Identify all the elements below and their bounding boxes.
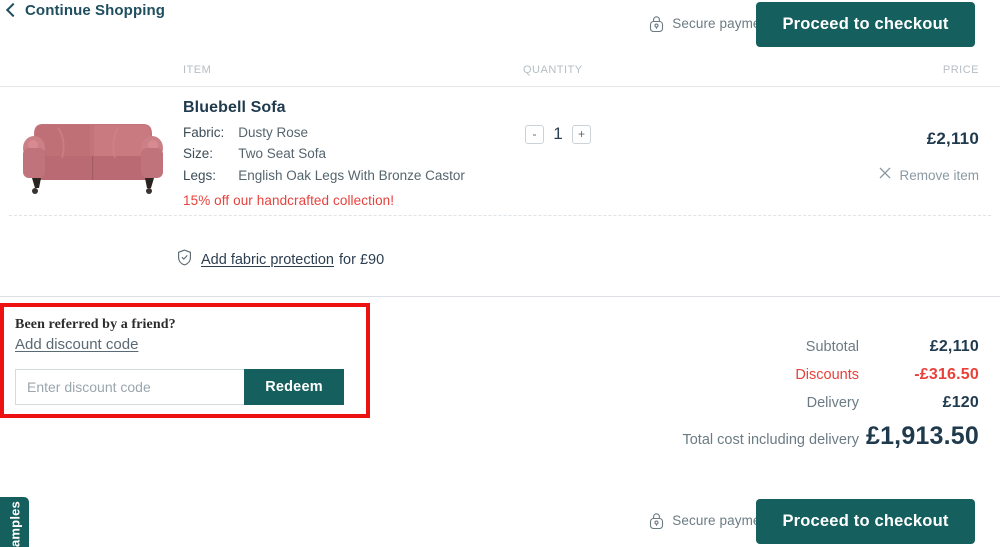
- line-item-divider: [9, 215, 991, 216]
- secure-payment-badge-top: Secure payment: [649, 15, 772, 32]
- total-label-subtotal: Subtotal: [805, 339, 859, 355]
- quantity-stepper: - 1 +: [525, 124, 591, 144]
- total-row-discounts: Discounts -£316.50: [579, 366, 979, 384]
- product-spec-table: Fabric: Dusty Rose Size: Two Seat Sofa L…: [183, 125, 465, 189]
- discount-code-form: Redeem: [15, 369, 344, 405]
- proceed-to-checkout-button-top[interactable]: Proceed to checkout: [756, 2, 975, 47]
- lock-icon: [649, 512, 664, 529]
- spec-key-size: Size:: [183, 146, 214, 162]
- top-action-bar: Continue Shopping Secure payment Proceed…: [0, 0, 1000, 49]
- column-header-quantity: QUANTITY: [523, 64, 583, 76]
- continue-shopping-label: Continue Shopping: [25, 2, 166, 19]
- promo-message: 15% off our handcrafted collection!: [183, 193, 395, 209]
- free-samples-tab-label: Free samples: [7, 501, 22, 547]
- discount-intro: Been referred by a friend? Add discount …: [15, 317, 176, 354]
- order-totals: Subtotal £2,110 Discounts -£316.50 Deliv…: [579, 338, 979, 461]
- quantity-increment-button[interactable]: +: [572, 124, 591, 144]
- spec-value-fabric: Dusty Rose: [238, 125, 309, 140]
- column-header-item: ITEM: [183, 64, 212, 76]
- add-discount-code-link[interactable]: Add discount code: [15, 336, 138, 353]
- fabric-protection-price: for £90: [339, 252, 385, 268]
- discount-code-input[interactable]: [15, 369, 244, 405]
- lock-icon: [649, 15, 664, 32]
- spec-row-fabric: Fabric: Dusty Rose: [183, 125, 465, 146]
- total-row-delivery: Delivery £120: [579, 394, 979, 412]
- total-row-grand-total: Total cost including delivery £1,913.50: [579, 422, 979, 451]
- free-samples-tab[interactable]: Free samples: [0, 497, 29, 547]
- discount-code-annotation-highlight: Been referred by a friend? Add discount …: [0, 303, 370, 418]
- totals-section-divider: [0, 296, 1000, 297]
- total-row-subtotal: Subtotal £2,110: [579, 338, 979, 356]
- proceed-to-checkout-button-bottom[interactable]: Proceed to checkout: [756, 499, 975, 544]
- remove-item-button[interactable]: Remove item: [879, 166, 979, 184]
- product-thumbnail[interactable]: [18, 100, 168, 198]
- spec-value-size: Two Seat Sofa: [238, 146, 327, 162]
- close-x-icon: [879, 166, 891, 184]
- spec-key-legs: Legs:: [183, 167, 217, 183]
- add-fabric-protection-row[interactable]: Add fabric protection for £90: [177, 249, 384, 271]
- product-details: Bluebell Sofa Fabric: Dusty Rose Size: T…: [183, 99, 465, 208]
- add-fabric-protection-link[interactable]: Add fabric protection: [201, 252, 334, 268]
- product-title[interactable]: Bluebell Sofa: [183, 99, 465, 117]
- total-label-grand-total: Total cost including delivery: [682, 432, 859, 448]
- quantity-value: 1: [553, 124, 563, 143]
- spec-key-fabric: Fabric:: [183, 125, 225, 140]
- referred-heading: Been referred by a friend?: [15, 317, 176, 332]
- total-value-discounts: -£316.50: [914, 366, 979, 383]
- header-divider: [0, 86, 1000, 87]
- redeem-button[interactable]: Redeem: [244, 369, 344, 405]
- spec-row-legs: Legs: English Oak Legs With Bronze Casto…: [183, 168, 465, 189]
- shield-check-icon: [177, 249, 192, 271]
- line-item-price: £2,110: [926, 129, 979, 148]
- spec-value-legs: English Oak Legs With Bronze Castor: [238, 167, 465, 183]
- total-value-grand-total: £1,913.50: [865, 422, 979, 450]
- total-label-delivery: Delivery: [806, 395, 859, 411]
- total-value-subtotal: £2,110: [929, 338, 979, 355]
- total-value-delivery: £120: [942, 394, 979, 411]
- chevron-left-icon: [5, 2, 21, 18]
- quantity-decrement-button[interactable]: -: [525, 124, 544, 144]
- total-label-discounts: Discounts: [795, 367, 859, 383]
- continue-shopping-link[interactable]: Continue Shopping: [5, 2, 166, 19]
- spec-row-size: Size: Two Seat Sofa: [183, 146, 465, 167]
- secure-payment-badge-bottom: Secure payment: [649, 512, 772, 529]
- remove-item-label: Remove item: [899, 167, 979, 183]
- column-header-price: PRICE: [942, 64, 979, 76]
